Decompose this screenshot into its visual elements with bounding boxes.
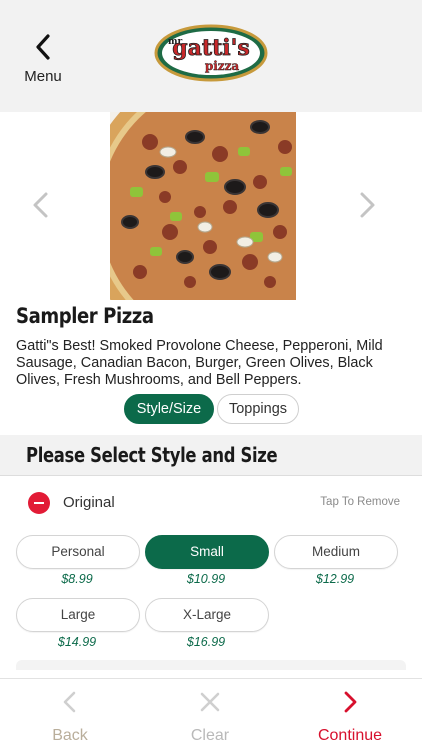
menu-label: Menu <box>24 68 62 85</box>
size-price: $10.99 <box>186 572 226 586</box>
carousel-prev-button[interactable] <box>26 190 56 220</box>
carousel-next-button[interactable] <box>352 190 382 220</box>
continue-label: Continue <box>317 727 383 744</box>
size-option-medium[interactable]: Medium <box>274 535 398 569</box>
clear-button[interactable]: Clear <box>160 691 260 745</box>
size-price: $14.99 <box>57 635 97 649</box>
bottom-nav-bar: Back Clear Continue <box>0 678 422 751</box>
section-header: Please Select Style and Size <box>0 435 422 476</box>
product-image-carousel <box>0 112 422 302</box>
size-option-x-large[interactable]: X-Large <box>145 598 269 632</box>
size-price: $12.99 <box>315 572 355 586</box>
style-row: Original Tap To Remove <box>0 486 422 520</box>
x-icon <box>200 692 220 712</box>
product-description: Gatti"s Best! Smoked Provolone Cheese, P… <box>16 338 383 388</box>
size-price: $16.99 <box>186 635 226 649</box>
back-button[interactable]: Back <box>20 691 120 745</box>
tab-toppings[interactable]: Toppings <box>217 394 299 424</box>
next-section-edge <box>16 660 406 670</box>
svg-text:pizza: pizza <box>205 59 240 73</box>
size-price: $8.99 <box>61 572 93 586</box>
chevron-left-icon <box>36 34 50 60</box>
chevron-right-icon <box>360 192 375 218</box>
back-label: Back <box>52 727 88 744</box>
section-title: Please Select Style and Size <box>26 443 278 467</box>
size-option-large[interactable]: Large <box>16 598 140 632</box>
menu-button[interactable]: Menu <box>18 34 68 90</box>
tab-style-size[interactable]: Style/Size <box>124 394 214 424</box>
chevron-right-icon <box>344 691 357 713</box>
continue-button[interactable]: Continue <box>300 691 400 745</box>
size-option-small[interactable]: Small <box>145 535 269 569</box>
app-header: Menu mr gatti's pizza <box>0 0 422 112</box>
product-title: Sampler Pizza <box>16 304 154 328</box>
svg-text:gatti's: gatti's <box>172 35 249 61</box>
style-name: Original <box>63 494 115 511</box>
chevron-left-icon <box>63 691 76 713</box>
tap-to-remove-link[interactable]: Tap To Remove <box>320 496 400 508</box>
brand-logo[interactable]: mr gatti's pizza <box>152 22 270 84</box>
minus-circle-icon[interactable] <box>28 492 50 514</box>
size-option-personal[interactable]: Personal <box>16 535 140 569</box>
clear-label: Clear <box>190 727 230 744</box>
chevron-left-icon <box>33 192 48 218</box>
pizza-image <box>110 112 296 300</box>
